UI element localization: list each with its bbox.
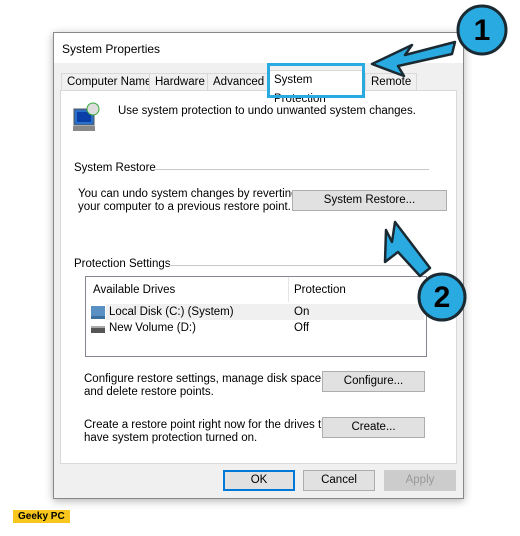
highlight-box [267, 63, 365, 98]
ok-button[interactable]: OK [223, 470, 295, 491]
table-row-status: On [294, 306, 310, 318]
column-header-drives[interactable]: Available Drives [93, 284, 175, 296]
system-properties-dialog: System Properties ✕ Computer Name Hardwa… [53, 32, 464, 499]
configure-button[interactable]: Configure... [322, 371, 425, 392]
table-row-drive[interactable]: Local Disk (C:) (System) [109, 306, 234, 318]
apply-button[interactable]: Apply [384, 470, 456, 491]
tab-remote[interactable]: Remote [365, 73, 418, 90]
tab-hardware[interactable]: Hardware [149, 73, 211, 90]
protection-settings-group-label: Protection Settings [74, 258, 171, 270]
system-restore-group-label: System Restore [74, 162, 156, 174]
column-divider [288, 277, 289, 302]
title-bar: System Properties ✕ [54, 33, 463, 63]
create-text-1: Create a restore point right now for the… [84, 419, 338, 431]
cancel-button[interactable]: Cancel [303, 470, 375, 491]
divider [169, 265, 429, 266]
configure-text-1: Configure restore settings, manage disk … [84, 373, 325, 385]
system-restore-button[interactable]: System Restore... [292, 190, 447, 211]
restore-text-2: your computer to a previous restore poin… [78, 201, 291, 213]
intro-text: Use system protection to undo unwanted s… [118, 105, 416, 117]
column-header-protection[interactable]: Protection [294, 284, 346, 296]
step-2-number: 2 [433, 281, 451, 314]
tab-advanced[interactable]: Advanced [207, 73, 271, 90]
divider [153, 169, 429, 170]
configure-text-2: and delete restore points. [84, 386, 214, 398]
step-1-number: 1 [473, 14, 491, 47]
tab-panel-system-protection: Use system protection to undo unwanted s… [60, 90, 457, 464]
table-row-status: Off [294, 322, 310, 334]
window-title: System Properties [62, 42, 161, 56]
tab-computer-name[interactable]: Computer Name [61, 73, 158, 90]
table-row-drive[interactable]: New Volume (D:) [109, 322, 196, 334]
close-icon[interactable]: ✕ [442, 39, 455, 57]
drive-icon [91, 326, 105, 333]
create-button[interactable]: Create... [322, 417, 425, 438]
drives-list[interactable]: Available Drives Protection Local Disk (… [85, 276, 427, 357]
restore-text-1: You can undo system changes by reverting [78, 188, 298, 200]
system-protection-icon [73, 102, 100, 131]
system-drive-icon [91, 306, 105, 319]
watermark-logo: Geeky PC [13, 510, 70, 523]
create-text-2: have system protection turned on. [84, 432, 258, 444]
